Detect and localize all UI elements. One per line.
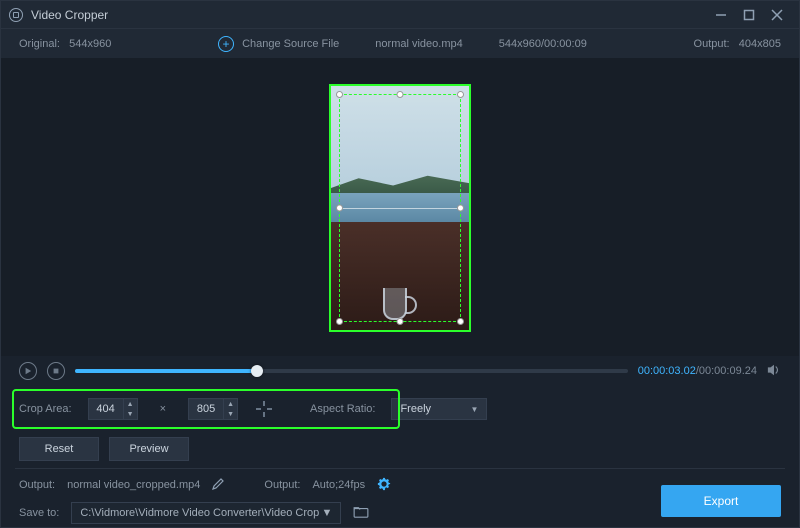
time-current: 00:00:03.02 — [638, 365, 696, 377]
crop-handle-mr[interactable] — [457, 204, 464, 211]
divider — [15, 468, 785, 469]
preview-label: Preview — [129, 443, 168, 455]
crop-handle-bm[interactable] — [397, 318, 404, 325]
source-filename: normal video.mp4 — [375, 38, 462, 50]
aspect-ratio-select[interactable]: Freely ▼ — [391, 398, 487, 420]
save-path-value: C:\Vidmore\Vidmore Video Converter\Video… — [80, 507, 319, 519]
video-preview-area — [1, 59, 799, 356]
change-source-button[interactable]: + Change Source File — [218, 36, 339, 52]
output-format-label: Output: — [264, 479, 300, 491]
crop-height-spinner[interactable]: ▲▼ — [188, 398, 238, 420]
output-format-value: Auto;24fps — [312, 479, 365, 491]
chevron-down-icon: ▼ — [321, 507, 332, 519]
info-bar: Original: 544x960 + Change Source File n… — [1, 29, 799, 59]
preview-button[interactable]: Preview — [109, 437, 189, 461]
crop-handle-tl[interactable] — [336, 91, 343, 98]
timeline-thumb[interactable] — [251, 365, 263, 377]
minimize-button[interactable] — [707, 4, 735, 26]
play-button[interactable] — [19, 362, 37, 380]
center-crop-button[interactable] — [254, 399, 274, 419]
crop-height-up[interactable]: ▲ — [224, 399, 237, 409]
output-file-label: Output: — [19, 479, 55, 491]
app-title: Video Cropper — [31, 8, 707, 22]
output-filename: normal video_cropped.mp4 — [67, 479, 200, 491]
output-file-row: Output: normal video_cropped.mp4 Output:… — [1, 471, 649, 499]
timeline-slider[interactable] — [75, 369, 628, 373]
crop-width-down[interactable]: ▼ — [124, 409, 137, 419]
settings-button[interactable] — [377, 477, 391, 494]
timecode: 00:00:03.02/00:00:09.24 — [638, 365, 757, 377]
maximize-button[interactable] — [735, 4, 763, 26]
crop-area-label: Crop Area: — [19, 403, 72, 415]
original-value: 544x960 — [69, 38, 111, 50]
original-label: Original: — [19, 38, 60, 50]
playback-bar: 00:00:03.02/00:00:09.24 — [1, 356, 799, 386]
action-buttons-row: Reset Preview — [1, 432, 799, 466]
crop-handle-br[interactable] — [457, 318, 464, 325]
output-label: Output: — [694, 38, 730, 50]
stop-button[interactable] — [47, 362, 65, 380]
crop-selection[interactable] — [339, 94, 461, 322]
crop-handle-ml[interactable] — [336, 204, 343, 211]
export-label: Export — [704, 494, 739, 508]
app-window: Video Cropper Original: 544x960 + Change… — [0, 0, 800, 528]
volume-button[interactable] — [767, 363, 781, 380]
video-canvas[interactable] — [329, 84, 471, 332]
crop-width-input[interactable] — [88, 398, 124, 420]
output-dims: Output: 404x805 — [694, 38, 781, 50]
reset-button[interactable]: Reset — [19, 437, 99, 461]
crop-midline — [340, 208, 460, 209]
save-path-select[interactable]: C:\Vidmore\Vidmore Video Converter\Video… — [71, 502, 341, 524]
edit-filename-button[interactable] — [212, 478, 224, 493]
crop-handle-bl[interactable] — [336, 318, 343, 325]
reset-label: Reset — [45, 443, 74, 455]
plus-icon: + — [218, 36, 234, 52]
close-button[interactable] — [763, 4, 791, 26]
chevron-down-icon: ▼ — [471, 405, 479, 414]
crop-height-down[interactable]: ▼ — [224, 409, 237, 419]
crop-handle-tr[interactable] — [457, 91, 464, 98]
save-to-row: Save to: C:\Vidmore\Vidmore Video Conver… — [1, 499, 649, 527]
aspect-ratio-label: Aspect Ratio: — [310, 403, 375, 415]
crop-width-spinner[interactable]: ▲▼ — [88, 398, 138, 420]
original-dims: Original: 544x960 — [19, 38, 111, 50]
source-meta: 544x960/00:00:09 — [499, 38, 587, 50]
timeline-fill — [75, 369, 257, 373]
app-icon — [9, 8, 23, 22]
titlebar: Video Cropper — [1, 1, 799, 29]
crop-height-input[interactable] — [188, 398, 224, 420]
open-folder-button[interactable] — [353, 506, 369, 521]
dimension-separator: × — [154, 403, 172, 415]
crop-width-up[interactable]: ▲ — [124, 399, 137, 409]
aspect-ratio-value: Freely — [400, 403, 431, 415]
crop-handle-tm[interactable] — [397, 91, 404, 98]
output-value: 404x805 — [739, 38, 781, 50]
change-source-label: Change Source File — [242, 38, 339, 50]
time-total: /00:00:09.24 — [696, 365, 757, 377]
export-button[interactable]: Export — [661, 485, 781, 517]
save-to-label: Save to: — [19, 507, 59, 519]
crop-controls: Crop Area: ▲▼ × ▲▼ Aspect Ratio: Freely … — [1, 386, 799, 432]
